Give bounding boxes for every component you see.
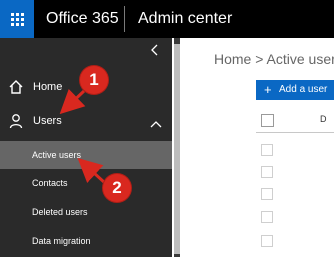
- step-1-badge: 1: [80, 66, 108, 94]
- annotation-arrows: [59, 88, 107, 185]
- step-2-badge: 2: [103, 174, 131, 202]
- annotation-arrow-2: [77, 157, 107, 185]
- annotation-arrow-1: [59, 88, 86, 115]
